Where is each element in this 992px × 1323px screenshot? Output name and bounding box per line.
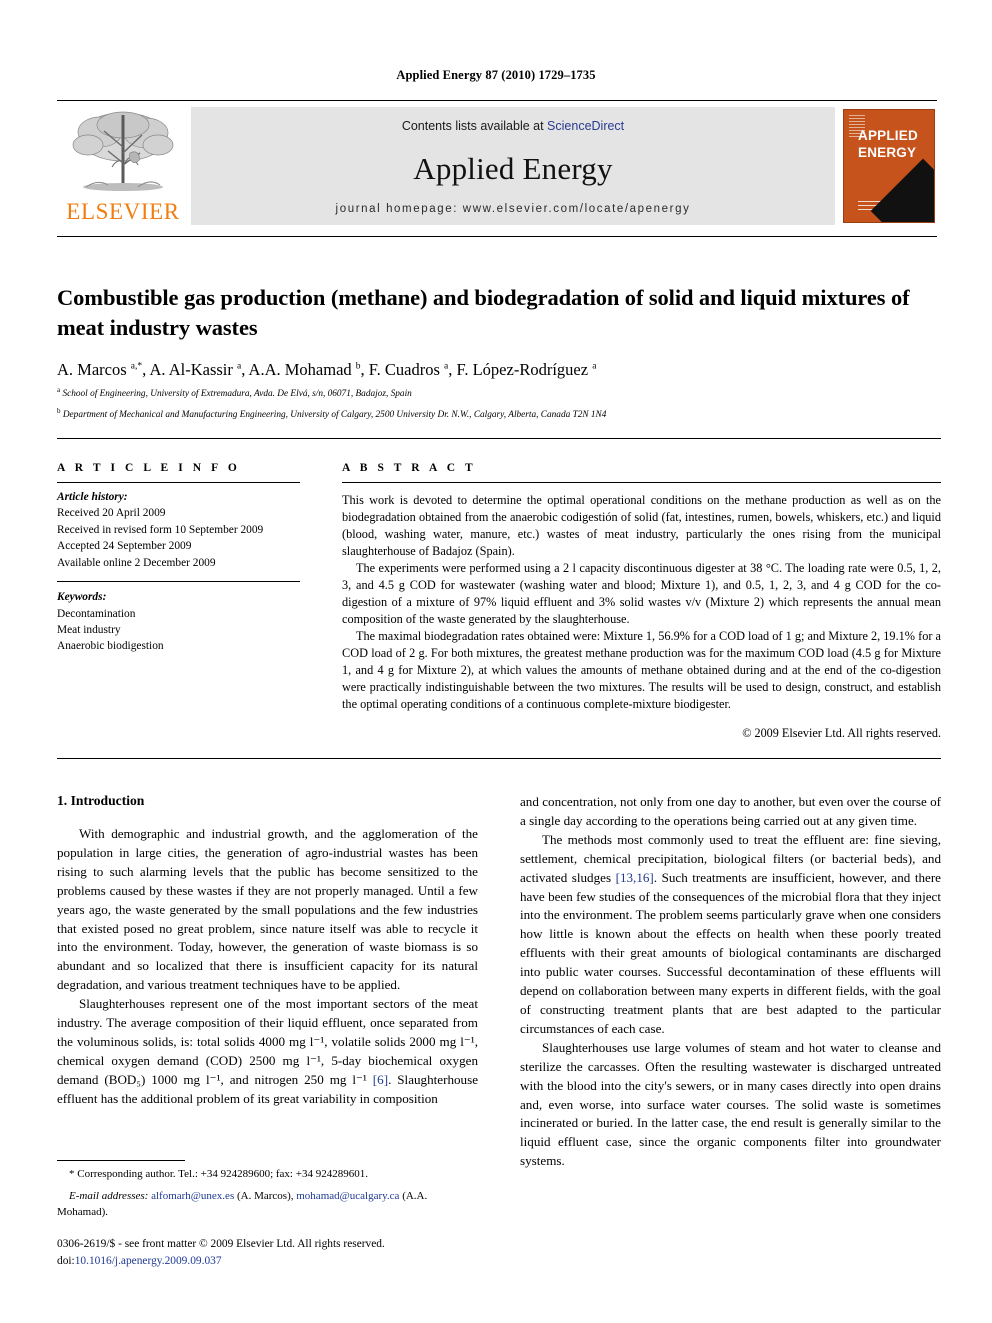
cover-title-line2: ENERGY <box>858 144 917 160</box>
keyword-item: Anaerobic biodigestion <box>57 640 164 653</box>
running-head: Applied Energy 87 (2010) 1729–1735 <box>396 68 596 82</box>
sciencedirect-link[interactable]: ScienceDirect <box>547 119 624 133</box>
affiliation-b-marker: b <box>57 407 61 416</box>
doi-line: doi:10.1016/j.apenergy.2009.09.037 <box>57 1253 487 1270</box>
journal-homepage-link[interactable]: journal homepage: www.elsevier.com/locat… <box>336 203 691 215</box>
paragraph-text-after-ref: . Such treatments are insufficient, howe… <box>520 869 941 1036</box>
cover-title: APPLIED ENERGY <box>858 128 918 162</box>
footnote-rule <box>57 1160 185 1161</box>
doi-label: doi: <box>57 1255 75 1268</box>
affiliation-a-marker: a <box>57 385 61 394</box>
issn-copyright-line: 0306-2619/$ - see front matter © 2009 El… <box>57 1238 385 1250</box>
footnote-block: * Corresponding author. Tel.: +34 924289… <box>57 1160 478 1221</box>
article-history-label: Article history: <box>57 491 128 503</box>
email-addresses-label: E-mail addresses: <box>69 1189 149 1202</box>
email-link-mohamad[interactable]: mohamad@ucalgary.ca <box>296 1190 399 1202</box>
history-item: Available online 2 December 2009 <box>57 556 216 569</box>
body-paragraph: With demographic and industrial growth, … <box>57 826 478 993</box>
article-info-column: A R T I C L E I N F O Article history: R… <box>57 462 300 742</box>
keyword-item: Meat industry <box>57 623 121 636</box>
history-item: Accepted 24 September 2009 <box>57 540 192 553</box>
info-abstract-region: A R T I C L E I N F O Article history: R… <box>57 462 941 742</box>
paper-page: Applied Energy 87 (2010) 1729–1735 ELSEV… <box>0 0 992 1323</box>
cover-title-line1: APPLIED <box>858 128 918 143</box>
asterisk-icon: * <box>69 1168 75 1180</box>
affiliation-a-text: School of Engineering, University of Ext… <box>62 388 412 399</box>
journal-masthead: ELSEVIER Contents lists available at Sci… <box>57 100 937 225</box>
contents-available-line: Contents lists available at ScienceDirec… <box>402 119 624 133</box>
elsevier-logo: ELSEVIER <box>57 107 189 225</box>
abstract-paragraph: The maximal biodegradation rates obtaine… <box>342 629 941 712</box>
abstract-bottom-rule <box>57 758 941 759</box>
masthead-bottom-rule <box>57 236 937 237</box>
keywords-block: Keywords: Decontamination Meat industry … <box>57 581 300 655</box>
email-link-marcos[interactable]: alfomarh@unex.es <box>151 1190 234 1202</box>
keywords-label: Keywords: <box>57 591 107 604</box>
body-right-column: and concentration, not only from one day… <box>520 793 941 1171</box>
section-heading-introduction: 1. Introduction <box>57 793 145 808</box>
body-paragraph-with-reference: The methods most commonly used to treat … <box>520 831 941 1039</box>
abstract-paragraph: This work is devoted to determine the op… <box>342 493 941 559</box>
cover-corner-ribbon <box>870 158 934 222</box>
email-owner-1: (A. Marcos), <box>234 1189 297 1202</box>
masthead-center: Contents lists available at ScienceDirec… <box>191 107 835 225</box>
doi-link[interactable]: 10.1016/j.apenergy.2009.09.037 <box>75 1255 222 1267</box>
abstract-copyright: © 2009 Elsevier Ltd. All rights reserved… <box>742 726 941 741</box>
abstract-heading: A B S T R A C T <box>342 462 477 474</box>
abstract-column: A B S T R A C T This work is devoted to … <box>342 462 941 742</box>
citation-reference[interactable]: [6] <box>373 1072 388 1087</box>
corresponding-author-note: * Corresponding author. Tel.: +34 924289… <box>57 1167 478 1183</box>
body-paragraph: and concentration, not only from one day… <box>520 794 941 828</box>
affiliation-b: b Department of Mechanical and Manufactu… <box>57 407 941 422</box>
author-list: A. Marcos a,*, A. Al-Kassir a, A.A. Moha… <box>57 359 597 379</box>
history-item: Received 20 April 2009 <box>57 507 166 520</box>
citation-reference[interactable]: [13,16] <box>616 870 654 885</box>
body-paragraph: Slaughterhouses use large volumes of ste… <box>520 1039 941 1169</box>
journal-title: Applied Energy <box>413 150 613 186</box>
abstract-body: This work is devoted to determine the op… <box>342 483 941 742</box>
keyword-item: Decontamination <box>57 607 136 620</box>
page-title: Combustible gas production (methane) and… <box>57 285 910 340</box>
contents-prefix: Contents lists available at <box>401 119 548 133</box>
elsevier-wordmark: ELSEVIER <box>66 199 180 224</box>
journal-cover-thumbnail: APPLIED ENERGY <box>841 107 937 225</box>
elsevier-tree-icon <box>72 111 174 191</box>
article-history-block: Article history: Received 20 April 2009 … <box>57 483 300 571</box>
title-block: Combustible gas production (methane) and… <box>57 283 941 422</box>
body-left-column: 1. Introduction With demographic and ind… <box>57 793 478 1171</box>
body-paragraph-with-reference: Slaughterhouses represent one of the mos… <box>57 995 478 1108</box>
history-item: Received in revised form 10 September 20… <box>57 523 264 536</box>
imprint-block: 0306-2619/$ - see front matter © 2009 El… <box>57 1236 487 1270</box>
corresponding-author-text: Corresponding author. Tel.: +34 92428960… <box>77 1168 368 1180</box>
article-info-heading: A R T I C L E I N F O <box>57 462 241 474</box>
affiliation-a: a School of Engineering, University of E… <box>57 386 941 401</box>
body-columns: 1. Introduction With demographic and ind… <box>57 793 941 1171</box>
cover-art: APPLIED ENERGY <box>843 109 935 223</box>
column-gap <box>300 462 342 742</box>
affiliation-b-text: Department of Mechanical and Manufacturi… <box>62 410 607 421</box>
email-note: E-mail addresses: alfomarh@unex.es (A. M… <box>57 1189 478 1221</box>
title-bottom-rule <box>57 438 941 439</box>
abstract-paragraph: The experiments were performed using a 2… <box>342 561 941 627</box>
